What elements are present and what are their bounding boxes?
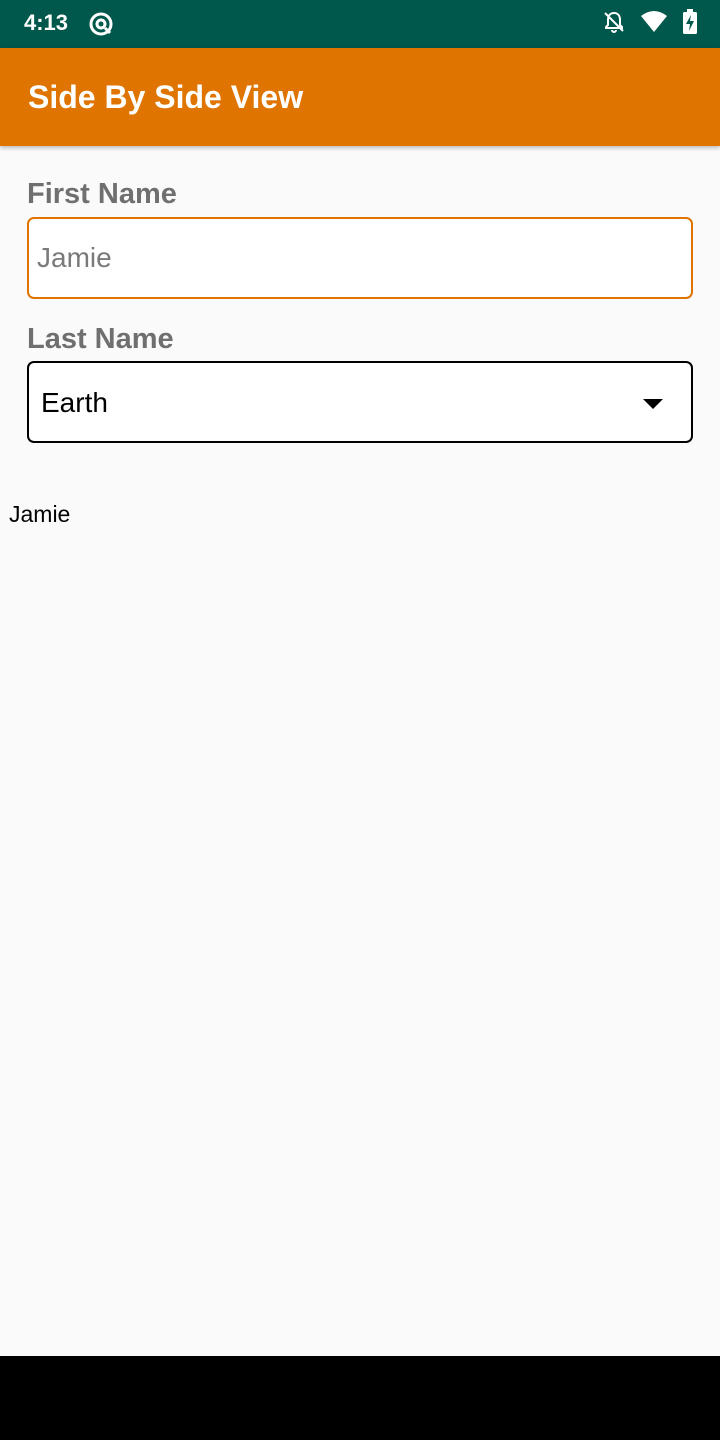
last-name-selected-value: Earth <box>41 387 108 418</box>
notifications-off-icon <box>602 10 626 39</box>
sync-icon <box>88 11 114 37</box>
last-name-dropdown[interactable]: Earth <box>27 361 693 443</box>
status-bar: 4:13 <box>0 0 720 48</box>
first-name-field[interactable]: Jamie <box>27 217 693 299</box>
battery-charging-icon <box>682 8 698 40</box>
last-name-label: Last Name <box>27 323 174 355</box>
status-time: 4:13 <box>24 10 69 35</box>
navigation-bar <box>0 1356 720 1440</box>
app-bar: Side By Side View <box>0 48 720 146</box>
first-name-label: First Name <box>27 178 177 210</box>
page-title: Side By Side View <box>28 79 304 115</box>
wifi-icon <box>640 10 668 39</box>
status-icons <box>588 8 698 40</box>
output-text: Jamie <box>9 501 71 527</box>
dropdown-arrow-icon[interactable] <box>643 399 663 409</box>
